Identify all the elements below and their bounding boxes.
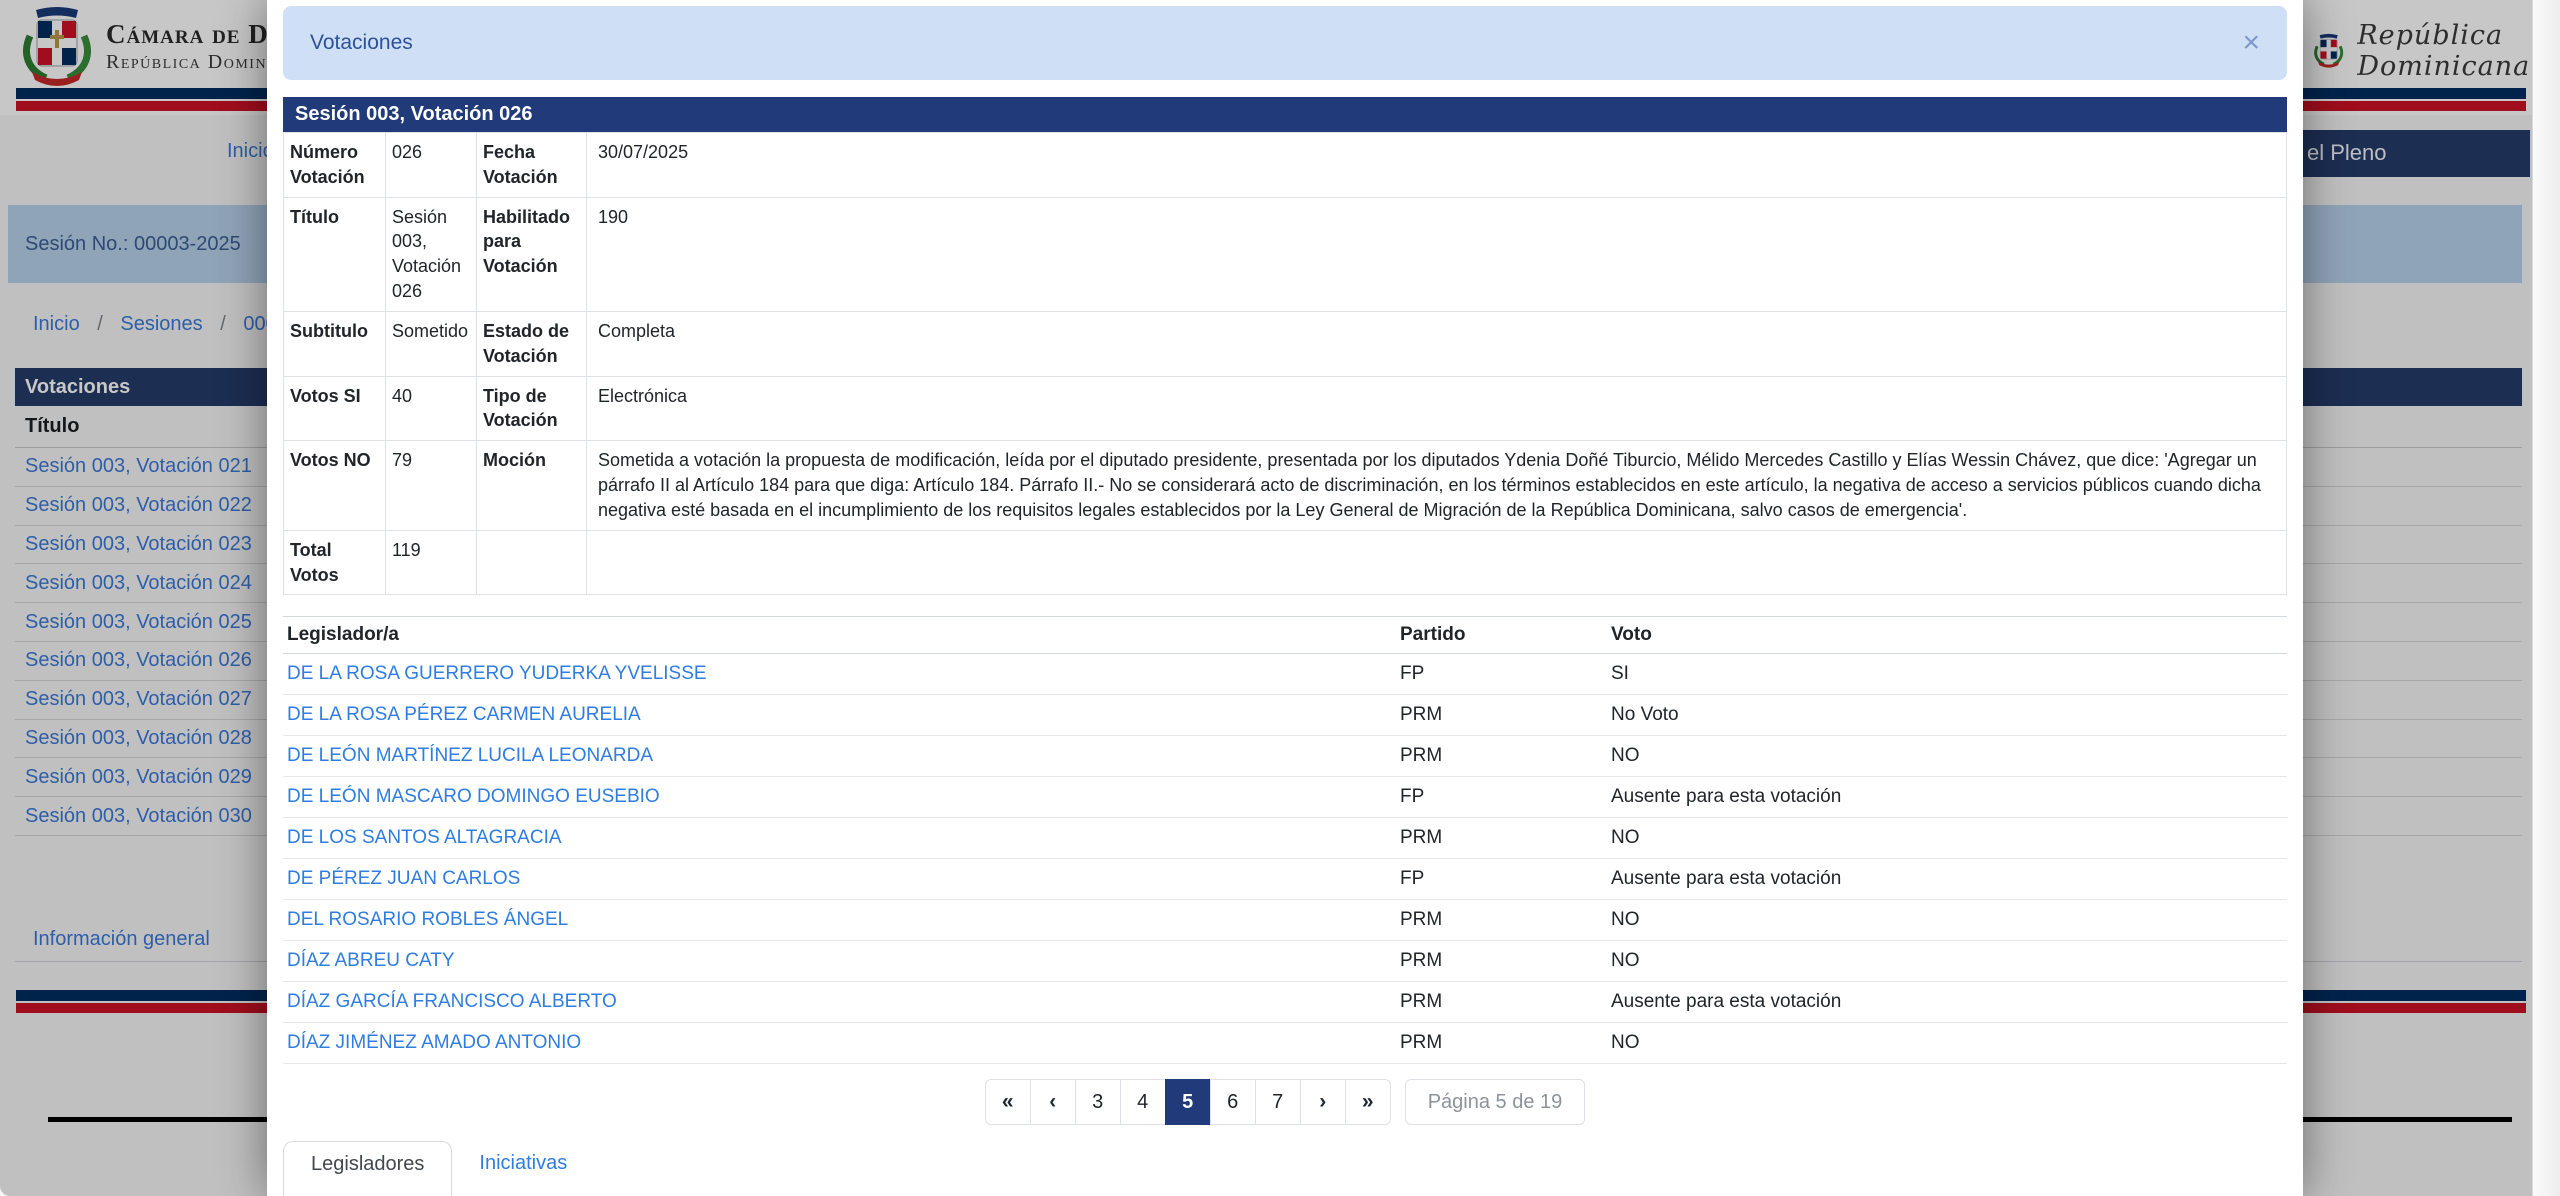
detail-value: 30/07/2025 [586, 132, 2287, 198]
table-row: DE LOS SANTOS ALTAGRACIA PRM NO [283, 817, 2287, 860]
legislator-link[interactable]: DE PÉREZ JUAN CARLOS [287, 868, 520, 889]
detail-label: Votos SI [283, 375, 386, 442]
detail-label: Fecha Votación [476, 132, 587, 198]
pagination-last-button[interactable]: » [1344, 1079, 1391, 1126]
vote-cell: NO [1607, 940, 2287, 983]
vote-cell: Ausente para esta votación [1607, 776, 2287, 819]
pagination-prev-button[interactable]: ‹ [1029, 1079, 1076, 1126]
legislator-link[interactable]: DE LOS SANTOS ALTAGRACIA [287, 827, 562, 848]
vote-cell: Ausente para esta votación [1607, 981, 2287, 1024]
vote-cell: NO [1607, 1022, 2287, 1065]
votacion-detail-header: Sesión 003, Votación 026 [283, 97, 2287, 132]
detail-value: Sesión 003, Votación 026 [385, 196, 477, 312]
col-voto: Voto [1607, 616, 2287, 655]
legislator-link[interactable]: DE LA ROSA GUERRERO YUDERKA YVELISSE [287, 663, 707, 684]
pagination-page-5-active[interactable]: 5 [1164, 1079, 1211, 1126]
detail-label: Subtitulo [283, 310, 386, 377]
party-cell: PRM [1396, 1022, 1607, 1065]
party-cell: PRM [1396, 940, 1607, 983]
detail-value: 40 [385, 375, 477, 442]
screen: Cámara de Diputados República Dominicana… [0, 0, 2560, 1196]
party-cell: PRM [1396, 694, 1607, 737]
close-icon[interactable]: × [2242, 28, 2260, 58]
table-row: DEL ROSARIO ROBLES ÁNGEL PRM NO [283, 899, 2287, 942]
votacion-detail-table: Número Votación 026 Fecha Votación 30/07… [283, 132, 2287, 596]
detail-value: Completa [586, 310, 2287, 377]
pagination-page-6[interactable]: 6 [1209, 1079, 1256, 1126]
col-partido: Partido [1396, 616, 1607, 655]
detail-label: Estado de Votación [476, 310, 587, 377]
table-header-row: Legislador/a Partido Voto [283, 616, 2287, 655]
pagination-page-7[interactable]: 7 [1254, 1079, 1301, 1126]
vote-cell: SI [1607, 653, 2287, 696]
table-row: DÍAZ JIMÉNEZ AMADO ANTONIO PRM NO [283, 1022, 2287, 1065]
detail-value: Sometido [385, 310, 477, 377]
legislator-link[interactable]: DÍAZ JIMÉNEZ AMADO ANTONIO [287, 1032, 581, 1053]
table-row: DE LEÓN MARTÍNEZ LUCILA LEONARDA PRM NO [283, 735, 2287, 778]
detail-label: Tipo de Votación [476, 375, 587, 442]
table-row: Número Votación 026 Fecha Votación 30/07… [283, 132, 2287, 198]
table-row: DE PÉREZ JUAN CARLOS FP Ausente para est… [283, 858, 2287, 901]
modal-header: Votaciones × [283, 6, 2287, 80]
modal-tabs: Legisladores Iniciativas [283, 1141, 2287, 1196]
votaciones-modal: Votaciones × Sesión 003, Votación 026 Nú… [267, 0, 2303, 1196]
legislators-table: Legislador/a Partido Voto DE LA ROSA GUE… [283, 616, 2287, 1065]
table-row: DE LA ROSA GUERRERO YUDERKA YVELISSE FP … [283, 653, 2287, 696]
pagination-page-3[interactable]: 3 [1074, 1079, 1121, 1126]
table-row: Título Sesión 003, Votación 026 Habilita… [283, 196, 2287, 312]
table-row: DÍAZ ABREU CATY PRM NO [283, 940, 2287, 983]
table-row: Total Votos 119 [283, 529, 2287, 596]
detail-value: Electrónica [586, 375, 2287, 442]
legislator-link[interactable]: DÍAZ ABREU CATY [287, 950, 455, 971]
legislator-link[interactable]: DÍAZ GARCÍA FRANCISCO ALBERTO [287, 991, 617, 1012]
legislator-link[interactable]: DE LEÓN MASCARO DOMINGO EUSEBIO [287, 786, 660, 807]
detail-value: 79 [385, 440, 477, 531]
vote-cell: NO [1607, 817, 2287, 860]
legislator-link[interactable]: DE LEÓN MARTÍNEZ LUCILA LEONARDA [287, 745, 653, 766]
pagination-next-button[interactable]: › [1299, 1079, 1346, 1126]
scrollbar-track[interactable] [2532, 0, 2560, 1196]
vote-cell: No Voto [1607, 694, 2287, 737]
detail-label: Total Votos [283, 529, 386, 596]
tab-legisladores[interactable]: Legisladores [283, 1141, 453, 1196]
detail-value: 026 [385, 132, 477, 198]
detail-label: Título [283, 196, 386, 312]
mocion-text: Sometida a votación la propuesta de modi… [586, 440, 2287, 531]
detail-label: Votos NO [283, 440, 386, 531]
detail-label: Moción [476, 440, 587, 531]
pagination-page-4[interactable]: 4 [1119, 1079, 1166, 1126]
detail-label: Habilitado para Votación [476, 196, 587, 312]
pagination-first-button[interactable]: « [984, 1079, 1031, 1126]
vote-cell: NO [1607, 899, 2287, 942]
party-cell: FP [1396, 776, 1607, 819]
table-row: Votos SI 40 Tipo de Votación Electrónica [283, 375, 2287, 442]
party-cell: PRM [1396, 899, 1607, 942]
detail-label [476, 529, 587, 596]
detail-value: 190 [586, 196, 2287, 312]
pagination: « ‹ 3 4 5 6 7 › » Página 5 de 19 [283, 1079, 2287, 1126]
party-cell: FP [1396, 858, 1607, 901]
party-cell: PRM [1396, 981, 1607, 1024]
table-row: Subtitulo Sometido Estado de Votación Co… [283, 310, 2287, 377]
legislator-link[interactable]: DE LA ROSA PÉREZ CARMEN AURELIA [287, 704, 641, 725]
party-cell: PRM [1396, 817, 1607, 860]
vote-cell: NO [1607, 735, 2287, 778]
party-cell: PRM [1396, 735, 1607, 778]
tab-iniciativas[interactable]: Iniciativas [479, 1141, 567, 1186]
vote-cell: Ausente para esta votación [1607, 858, 2287, 901]
detail-label: Número Votación [283, 132, 386, 198]
modal-title: Votaciones [310, 31, 413, 54]
detail-value: 119 [385, 529, 477, 596]
legislator-link[interactable]: DEL ROSARIO ROBLES ÁNGEL [287, 909, 568, 930]
pagination-summary: Página 5 de 19 [1404, 1079, 1586, 1126]
table-row: DE LEÓN MASCARO DOMINGO EUSEBIO FP Ausen… [283, 776, 2287, 819]
table-row: DÍAZ GARCÍA FRANCISCO ALBERTO PRM Ausent… [283, 981, 2287, 1024]
party-cell: FP [1396, 653, 1607, 696]
table-row: DE LA ROSA PÉREZ CARMEN AURELIA PRM No V… [283, 694, 2287, 737]
detail-value [586, 529, 2287, 596]
col-legislador: Legislador/a [283, 616, 1396, 655]
table-row: Votos NO 79 Moción Sometida a votación l… [283, 440, 2287, 531]
